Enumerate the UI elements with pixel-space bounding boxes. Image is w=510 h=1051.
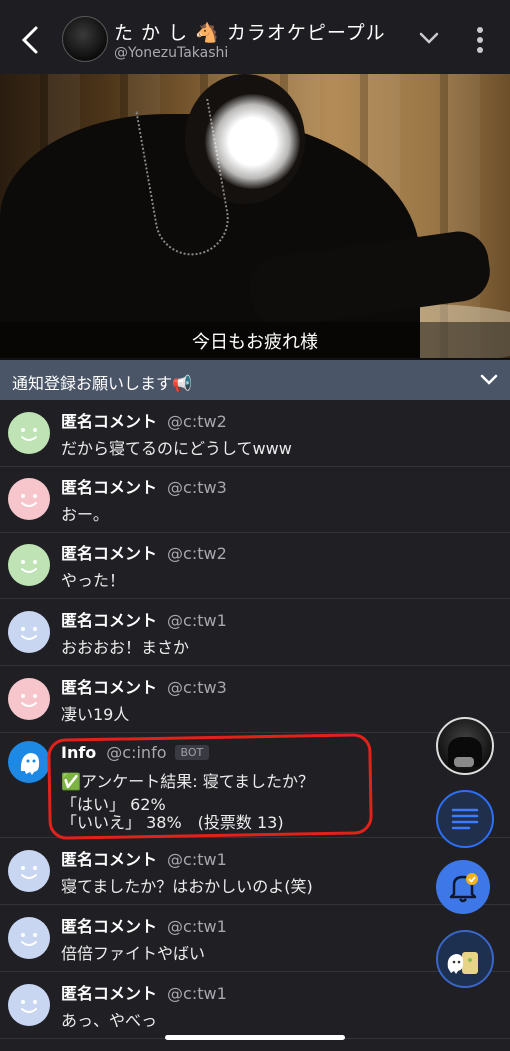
comment-text: おー。 xyxy=(61,505,109,524)
notification-banner[interactable]: 通知登録お願いします📢 xyxy=(0,360,510,400)
bell-icon xyxy=(449,873,478,903)
anonymous-face-icon xyxy=(8,850,50,892)
comment-author: 匿名コメント @c:tw2 xyxy=(61,544,227,563)
comment-text: 寝てましたか？はおかしいのよ(笑) xyxy=(61,877,313,896)
menu-lines-icon xyxy=(451,808,479,830)
comment-text: おおおお！まさか xyxy=(61,638,190,657)
ghost-icon xyxy=(20,753,40,775)
more-options-icon[interactable] xyxy=(472,24,488,56)
comment-row[interactable]: 匿名コメント @c:tw1 あっ、やべっ xyxy=(0,972,510,1039)
comment-author: 匿名コメント @c:tw3 xyxy=(61,478,227,497)
video-subtitle: 今日もお疲れ様 xyxy=(192,332,318,353)
comment-author: 匿名コメント @c:tw1 xyxy=(61,850,227,869)
top-bar: た か し 🐴 カラオケピープル @YonezuTakashi xyxy=(0,0,510,74)
anonymous-face-icon xyxy=(8,544,50,586)
comment-row[interactable]: 匿名コメント @c:tw1 倍倍ファイトやばい xyxy=(0,905,510,972)
chevron-down-icon[interactable] xyxy=(418,30,440,46)
comment-author: 匿名コメント @c:tw1 xyxy=(61,917,227,936)
anonymous-face-icon xyxy=(8,678,50,720)
video-player[interactable] xyxy=(0,74,510,358)
comment-author: 匿名コメント @c:tw1 xyxy=(61,984,227,1003)
menu-button[interactable] xyxy=(436,790,494,848)
comment-author: 匿名コメント @c:tw1 xyxy=(61,611,227,630)
comment-author: 匿名コメント @c:tw2 xyxy=(61,412,227,431)
red-highlight-outline xyxy=(47,733,373,840)
gift-character-icon xyxy=(447,952,478,974)
comment-row[interactable]: 匿名コメント @c:tw1 おおおお！まさか xyxy=(0,599,510,666)
face-blur xyxy=(205,94,300,189)
anonymous-face-icon xyxy=(8,478,50,520)
comment-row[interactable]: 匿名コメント @c:tw2 やった！ xyxy=(0,532,510,599)
back-arrow-icon[interactable] xyxy=(16,24,44,56)
gift-button[interactable] xyxy=(436,930,494,988)
comment-author: 匿名コメント @c:tw3 xyxy=(61,678,227,697)
streamer-handle: @YonezuTakashi xyxy=(114,45,229,61)
anonymous-face-icon xyxy=(8,412,50,454)
anonymous-face-icon xyxy=(8,611,50,653)
anonymous-face-icon xyxy=(8,984,50,1026)
comment-row[interactable]: 匿名コメント @c:tw2 だから寝てるのにどうしてwww xyxy=(0,400,510,467)
comment-row[interactable]: 匿名コメント @c:tw3 おー。 xyxy=(0,466,510,533)
info-bot-avatar xyxy=(8,741,50,783)
comment-text: 倍倍ファイトやばい xyxy=(61,944,206,963)
comment-row[interactable]: 匿名コメント @c:tw3 凄い19人 xyxy=(0,666,510,733)
anonymous-face-icon xyxy=(8,917,50,959)
comment-text: やった！ xyxy=(61,571,126,590)
notification-bell-button[interactable] xyxy=(436,860,490,914)
comment-text: だから寝てるのにどうしてwww xyxy=(61,439,292,458)
notification-text: 通知登録お願いします📢 xyxy=(12,374,192,393)
host-avatar-button[interactable] xyxy=(436,717,494,775)
comment-text: 凄い19人 xyxy=(61,705,130,724)
comment-row[interactable]: 匿名コメント @c:tw1 寝てましたか？はおかしいのよ(笑) xyxy=(0,838,510,905)
chevron-down-icon[interactable] xyxy=(480,374,498,386)
comment-text: あっ、やべっ xyxy=(61,1011,158,1030)
home-indicator xyxy=(165,1035,345,1040)
streamer-avatar[interactable] xyxy=(62,16,108,62)
stream-title: た か し 🐴 カラオケピープル xyxy=(114,22,386,44)
